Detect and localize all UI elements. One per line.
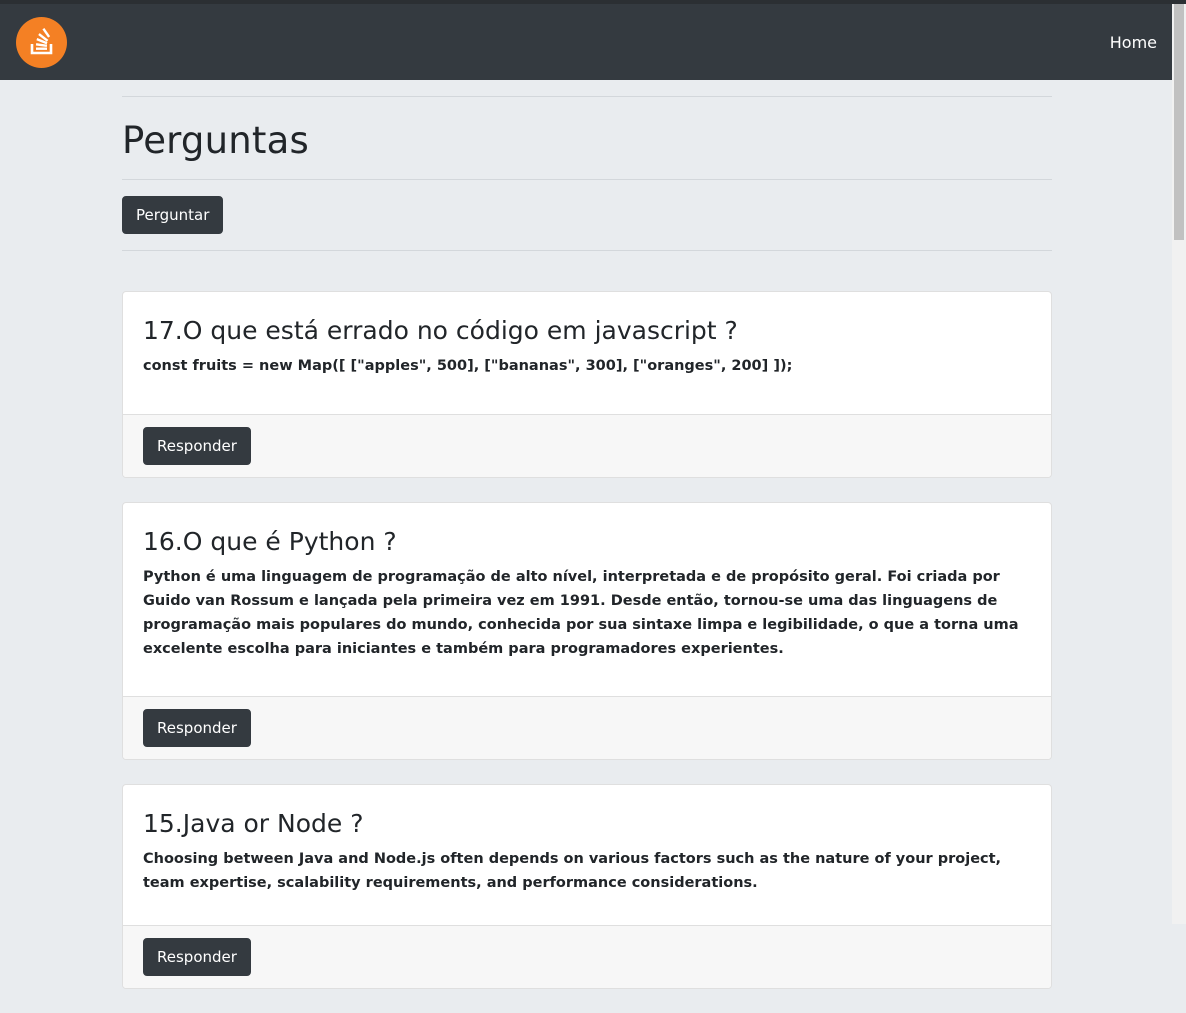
- divider: [122, 250, 1052, 251]
- main-content: Perguntas Perguntar 17.O que está errado…: [122, 80, 1052, 1013]
- question-card: 17.O que está errado no código em javasc…: [122, 291, 1052, 478]
- stackoverflow-logo-icon[interactable]: [16, 16, 67, 68]
- question-title: 17.O que está errado no código em javasc…: [143, 316, 738, 345]
- question-body: Choosing between Java and Node.js often …: [143, 851, 1002, 891]
- question-title: 16.O que é Python ?: [143, 527, 397, 556]
- nav-home-link[interactable]: Home: [1110, 33, 1157, 52]
- ask-question-button[interactable]: Perguntar: [122, 196, 224, 234]
- question-body: const fruits = new Map([ ["apples", 500]…: [143, 358, 793, 374]
- scrollbar[interactable]: [1172, 4, 1186, 924]
- page-title: Perguntas: [122, 119, 309, 162]
- answer-button[interactable]: Responder: [143, 427, 251, 465]
- divider: [122, 96, 1052, 97]
- question-title: 15.Java or Node ?: [143, 809, 364, 838]
- navbar: Home: [0, 4, 1172, 80]
- question-card: 15.Java or Node ? Choosing between Java …: [122, 784, 1052, 989]
- question-body: Python é uma linguagem de programação de…: [143, 569, 1019, 657]
- answer-button[interactable]: Responder: [143, 709, 251, 747]
- answer-button[interactable]: Responder: [143, 938, 251, 976]
- scrollbar-thumb[interactable]: [1174, 4, 1184, 240]
- question-card: 16.O que é Python ? Python é uma linguag…: [122, 502, 1052, 760]
